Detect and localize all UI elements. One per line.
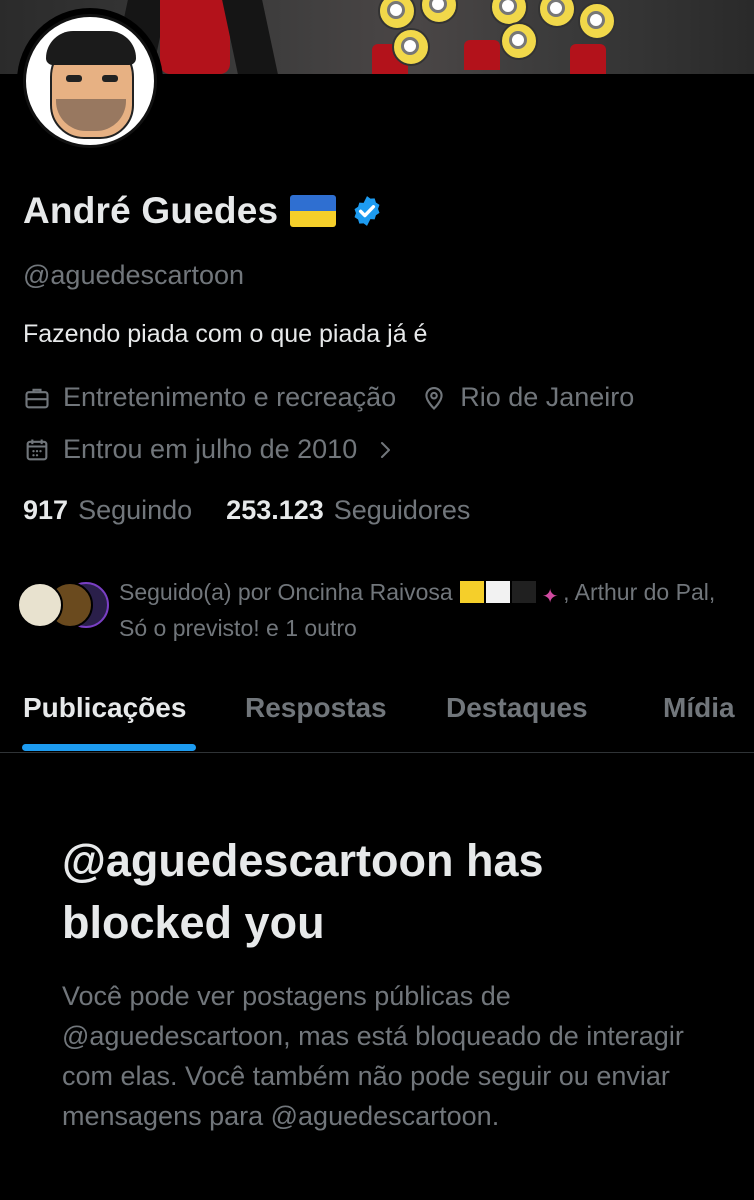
- profile-tabs: Publicações Respostas Destaques Mídia: [0, 680, 754, 753]
- verified-badge-icon[interactable]: [350, 194, 384, 228]
- banner-art-shape: [378, 0, 416, 30]
- tab-publicacoes[interactable]: Publicações: [23, 692, 186, 724]
- followed-by-prefix: Seguido(a) por Oncinha Raivosa: [119, 579, 453, 605]
- followed-by-text: Seguido(a) por Oncinha Raivosa ✦, Arthur…: [119, 574, 739, 646]
- banner-art-shape: [578, 2, 616, 40]
- profile-bio: Fazendo piada com o que piada já é: [23, 320, 428, 348]
- banner-art-shape: [538, 0, 576, 28]
- location-pin-icon: [425, 386, 443, 410]
- profile-category: Entretenimento e recreação: [63, 382, 397, 412]
- following-link[interactable]: 917 Seguindo: [23, 495, 192, 526]
- followers-link[interactable]: 253.123 Seguidores: [226, 495, 470, 526]
- nail-polish-emoji: ✦: [541, 586, 559, 608]
- avatar-image: [23, 14, 157, 148]
- followers-count: 253.123: [226, 495, 324, 525]
- blocked-message: Você pode ver postagens públicas de @agu…: [62, 981, 684, 1131]
- followers-label: Seguidores: [333, 495, 471, 525]
- avatar-hair: [46, 31, 136, 65]
- following-count: 917: [23, 495, 69, 525]
- banner-art-shape: [420, 0, 458, 24]
- banner-art-shape: [160, 0, 230, 74]
- blocked-title: @aguedescartoon has blocked you: [62, 835, 544, 948]
- calendar-icon: [26, 439, 48, 460]
- avatar: [17, 582, 63, 628]
- follower-avatars: [17, 582, 117, 632]
- profile-avatar[interactable]: [17, 8, 163, 154]
- profile-joined: Entrou em julho de 2010: [63, 434, 358, 464]
- banner-art-shape: [464, 40, 500, 70]
- profile-meta-row: Entretenimento e recreação Rio de Janeir…: [23, 382, 634, 413]
- banner-art-shape: [222, 0, 278, 74]
- following-label: Seguindo: [78, 495, 193, 525]
- profile-location: Rio de Janeiro: [460, 382, 635, 412]
- banner-art-shape: [392, 28, 430, 66]
- tab-respostas[interactable]: Respostas: [245, 692, 387, 724]
- white-square-emoji: [486, 581, 511, 603]
- tab-midia[interactable]: Mídia: [663, 692, 735, 724]
- briefcase-icon: [25, 388, 49, 408]
- tab-destaques[interactable]: Destaques: [446, 692, 588, 724]
- followed-by-section[interactable]: Seguido(a) por Oncinha Raivosa ✦, Arthur…: [17, 574, 742, 644]
- chevron-right-icon[interactable]: [373, 438, 397, 462]
- ukraine-flag-icon: [290, 195, 337, 227]
- banner-art-shape: [500, 22, 538, 60]
- profile-joined-row[interactable]: Entrou em julho de 2010: [23, 434, 397, 465]
- profile-name: André Guedes: [23, 190, 279, 231]
- profile-name-row: André Guedes: [23, 190, 384, 232]
- yellow-square-emoji: [460, 581, 485, 603]
- active-tab-indicator: [22, 744, 196, 751]
- banner-art-shape: [570, 44, 606, 74]
- avatar-eye: [66, 75, 82, 82]
- follow-counts: 917 Seguindo 253.123 Seguidores: [23, 495, 470, 526]
- avatar-eye: [102, 75, 118, 82]
- black-square-emoji: [512, 581, 537, 603]
- profile-handle: @aguedescartoon: [23, 260, 245, 290]
